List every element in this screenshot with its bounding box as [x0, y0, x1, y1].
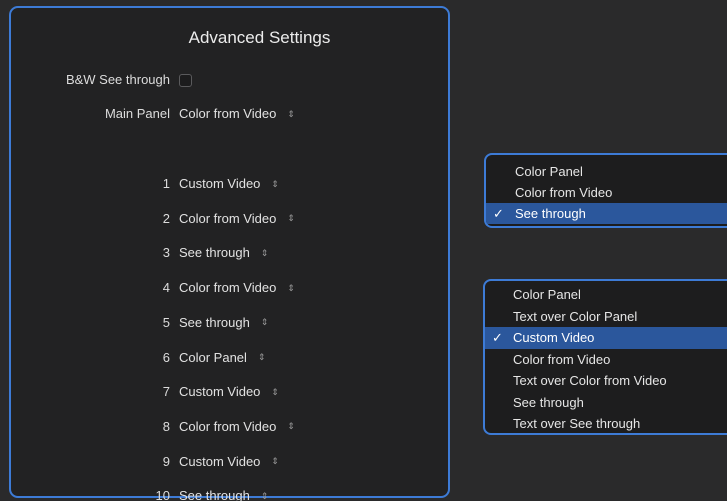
row-number-label: 8: [162, 418, 170, 434]
screen-row: 3 See through ⇕: [11, 243, 448, 263]
row-number-label: 6: [162, 349, 170, 365]
menu-item-label: Custom Video: [513, 330, 595, 345]
row-number-label: 3: [162, 245, 170, 261]
screen-row: 8 Color from Video ⇕: [11, 417, 448, 437]
row-source-popup[interactable]: See through ⇕: [179, 313, 268, 334]
screen-row: 10 See through ⇕: [11, 486, 448, 501]
menu-item[interactable]: Color from Video: [486, 182, 727, 203]
popup-value: Custom Video: [179, 384, 261, 400]
advanced-settings-panel: Advanced Settings B&W See through Main P…: [9, 6, 450, 501]
menu-item[interactable]: ✓ See through: [486, 203, 727, 224]
menu-item[interactable]: Color Panel: [485, 284, 727, 306]
row-source-popup[interactable]: See through ⇕: [179, 486, 268, 501]
row-number-label: 9: [162, 453, 170, 469]
up-down-arrows-icon: ⇕: [260, 490, 269, 501]
bw-see-through-row: B&W See through: [11, 70, 448, 90]
menu-item-label: Color Panel: [515, 164, 583, 179]
main-panel-dropdown-menu: Color Panel Color from Video ✓ See through: [484, 153, 727, 228]
screen-row: 7 Custom Video ⇕: [11, 382, 448, 402]
popup-value: Color from Video: [179, 106, 277, 121]
popup-value: Color from Video: [179, 210, 277, 226]
up-down-arrows-icon: ⇕: [287, 213, 295, 224]
popup-value: See through: [179, 314, 250, 330]
menu-item[interactable]: Color from Video: [485, 349, 727, 371]
checkmark-icon: ✓: [492, 330, 503, 345]
row-number-label: 1: [162, 176, 170, 191]
up-down-arrows-icon: ⇕: [260, 247, 269, 258]
row-source-popup[interactable]: Color from Video ⇕: [179, 417, 295, 438]
row-number-label: 7: [162, 384, 170, 400]
up-down-arrows-icon: ⇕: [260, 317, 269, 328]
screen-row: 4 Color from Video ⇕: [11, 278, 448, 298]
up-down-arrows-icon: ⇕: [257, 352, 266, 363]
up-down-arrows-icon: ⇕: [287, 282, 295, 293]
bw-see-through-label: B&W See through: [65, 72, 170, 87]
main-panel-row: Main Panel Color from Video ⇕: [11, 104, 448, 124]
menu-item-label: Color from Video: [515, 185, 613, 200]
row-source-popup[interactable]: Color from Video ⇕: [179, 278, 295, 299]
popup-value: See through: [179, 488, 250, 501]
bw-see-through-checkbox[interactable]: [179, 74, 192, 87]
menu-item-label: Color from Video: [513, 351, 611, 367]
menu-item-label: Text over Color from Video: [513, 373, 667, 388]
checkmark-icon: ✓: [493, 206, 504, 221]
popup-value: Custom Video: [179, 176, 261, 191]
row-source-popup[interactable]: Custom Video ⇕: [179, 452, 279, 473]
row-source-popup[interactable]: Custom Video ⇕: [179, 174, 279, 195]
up-down-arrows-icon: ⇕: [287, 108, 295, 119]
menu-item[interactable]: ✓ Custom Video: [485, 327, 727, 349]
menu-item[interactable]: See through: [485, 392, 727, 414]
main-panel-label: Main Panel: [104, 106, 170, 121]
menu-item[interactable]: Text over Color Panel: [485, 306, 727, 328]
row-source-popup[interactable]: Color from Video ⇕: [179, 209, 295, 230]
menu-item-label: Text over Color Panel: [513, 308, 638, 324]
screen-row: 9 Custom Video ⇕: [11, 452, 448, 472]
screen-row: 6 Color Panel ⇕: [11, 348, 448, 368]
row-source-popup[interactable]: Color Panel ⇕: [179, 348, 265, 369]
screen-row: 1 Custom Video ⇕: [11, 174, 448, 194]
menu-item-label: See through: [513, 394, 584, 410]
main-panel-popup[interactable]: Color from Video ⇕: [179, 104, 295, 125]
up-down-arrows-icon: ⇕: [271, 178, 279, 189]
menu-item[interactable]: Color Panel: [486, 161, 727, 182]
row-source-popup[interactable]: Custom Video ⇕: [179, 382, 279, 403]
screen-row: 5 See through ⇕: [11, 313, 448, 333]
menu-item-label: See through: [515, 206, 586, 221]
menu-item-label: Color Panel: [513, 287, 581, 302]
row-number-label: 10: [155, 488, 170, 501]
row-number-label: 5: [162, 314, 170, 330]
app-window: Advanced Settings B&W See through Main P…: [0, 0, 727, 501]
popup-value: Color Panel: [179, 349, 247, 365]
popup-value: Color from Video: [179, 280, 277, 296]
row-number-label: 2: [162, 210, 170, 226]
popup-value: Custom Video: [179, 453, 261, 469]
popup-value: See through: [179, 245, 250, 261]
up-down-arrows-icon: ⇕: [271, 386, 279, 397]
row-source-popup[interactable]: See through ⇕: [179, 243, 268, 264]
up-down-arrows-icon: ⇕: [287, 421, 295, 432]
row-dropdown-menu: Color Panel Text over Color Panel ✓ Custom …: [483, 279, 727, 435]
popup-value: Color from Video: [179, 418, 277, 434]
panel-title: Advanced Settings: [188, 28, 331, 47]
menu-item[interactable]: Text over See through: [485, 413, 727, 433]
menu-item[interactable]: Text over Color from Video: [485, 370, 727, 392]
up-down-arrows-icon: ⇕: [271, 456, 279, 467]
screen-row: 2 Color from Video ⇕: [11, 209, 448, 229]
row-number-label: 4: [162, 280, 170, 296]
menu-item-label: Text over See through: [513, 416, 641, 431]
